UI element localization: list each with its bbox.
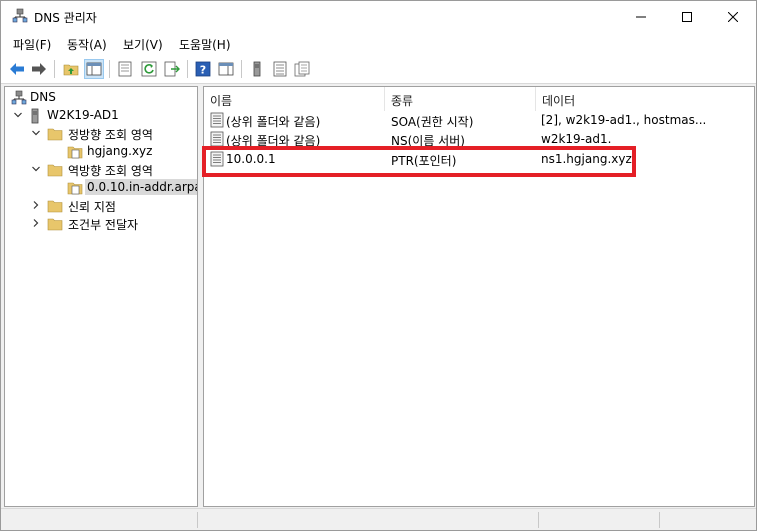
row-data: ns1.hgjang.xyz. xyxy=(541,152,636,166)
refresh-icon xyxy=(141,61,157,77)
forward-button[interactable] xyxy=(29,59,49,79)
chevron-right-icon[interactable] xyxy=(31,217,41,227)
row-type: PTR(포인터) xyxy=(391,154,457,168)
status-bar xyxy=(1,508,756,530)
row-type: NS(이름 서버) xyxy=(391,134,465,148)
maximize-icon xyxy=(682,11,692,22)
dns-manager-window: DNS 관리자 파일(F) 동작(A) 보기(V) 도움말(H) ? DNS W… xyxy=(0,0,757,531)
properties-icon xyxy=(118,61,132,77)
toolbar-separator xyxy=(187,60,188,78)
tree-node-forwarders[interactable]: 조건부 전달자 xyxy=(5,215,195,233)
help-icon: ? xyxy=(195,61,211,77)
toolbar: ? xyxy=(1,54,756,84)
tree-label-reverse-zone: 역방향 조회 영역 xyxy=(68,164,153,178)
zone-file-icon xyxy=(67,144,83,160)
detail-view-button[interactable] xyxy=(292,59,312,79)
tree-node-hgjang-zone[interactable]: hgjang.xyz xyxy=(5,143,195,161)
chevron-down-icon[interactable] xyxy=(31,127,41,137)
tree-label-reverse-arpa: 0.0.10.in-addr.arpa xyxy=(85,179,197,195)
close-button[interactable] xyxy=(710,1,756,32)
tree-label-forward-zone: 정방향 조회 영역 xyxy=(68,128,153,142)
forward-arrow-icon xyxy=(32,63,46,75)
help-button[interactable]: ? xyxy=(193,59,213,79)
menu-file[interactable]: 파일(F) xyxy=(13,36,51,53)
refresh-button[interactable] xyxy=(139,59,159,79)
menu-view[interactable]: 보기(V) xyxy=(123,36,163,53)
title-bar: DNS 관리자 xyxy=(1,1,756,32)
show-pane-icon xyxy=(218,62,234,76)
tree-node-forward-zone[interactable]: 정방향 조회 영역 xyxy=(5,125,195,143)
folder-icon xyxy=(47,216,63,232)
tree-node-trust-points[interactable]: 신뢰 지점 xyxy=(5,197,195,215)
folder-icon xyxy=(47,126,63,142)
record-icon xyxy=(209,112,225,128)
export-list-button[interactable] xyxy=(162,59,182,79)
table-row[interactable]: (상위 폴더와 같음) NS(이름 서버) w2k19-ad1. xyxy=(204,130,754,149)
window-title: DNS 관리자 xyxy=(34,11,97,25)
export-list-icon xyxy=(164,61,180,77)
tree-label-hgjang: hgjang.xyz xyxy=(87,144,153,158)
record-icon xyxy=(209,151,225,167)
show-hide-tree-button[interactable] xyxy=(84,59,104,79)
table-row[interactable]: (상위 폴더와 같음) SOA(권한 시작) [2], w2k19-ad1., … xyxy=(204,111,754,130)
tree-label-server: W2K19-AD1 xyxy=(47,108,119,122)
detail-view-icon xyxy=(294,61,310,77)
toolbar-separator xyxy=(241,60,242,78)
chevron-down-icon[interactable] xyxy=(31,163,41,173)
tree-node-server[interactable]: W2K19-AD1 xyxy=(5,107,195,125)
tree-label-trust-points: 신뢰 지점 xyxy=(68,200,116,214)
dns-manager-icon xyxy=(12,8,28,24)
tree-label-dns: DNS xyxy=(30,90,56,104)
record-list[interactable]: 이름 종류 데이터 (상위 폴더와 같음) SOA(권한 시작) [2], w2… xyxy=(203,86,755,507)
show-action-pane-button[interactable] xyxy=(216,59,236,79)
column-header-name[interactable]: 이름 xyxy=(204,87,385,111)
row-name: (상위 폴더와 같음) xyxy=(226,115,321,129)
tree-label-forwarders: 조건부 전달자 xyxy=(68,218,139,232)
row-name: 10.0.0.1 xyxy=(226,152,276,166)
status-segment xyxy=(659,512,660,528)
menu-help[interactable]: 도움말(H) xyxy=(179,36,231,53)
folder-icon xyxy=(47,198,63,214)
show-hide-tree-icon xyxy=(86,62,102,76)
list-view-button[interactable] xyxy=(270,59,290,79)
server-button[interactable] xyxy=(247,59,267,79)
properties-button[interactable] xyxy=(115,59,135,79)
chevron-right-icon[interactable] xyxy=(31,199,41,209)
chevron-down-icon[interactable] xyxy=(13,109,23,119)
close-icon xyxy=(728,11,738,22)
svg-text:?: ? xyxy=(200,64,206,77)
server-icon xyxy=(253,61,261,77)
record-icon xyxy=(209,131,225,147)
status-segment xyxy=(197,512,198,528)
toolbar-separator xyxy=(54,60,55,78)
server-icon xyxy=(27,108,43,124)
tree-node-reverse-zone[interactable]: 역방향 조회 영역 xyxy=(5,161,195,179)
up-level-button[interactable] xyxy=(61,59,81,79)
folder-icon xyxy=(47,162,63,178)
row-data: [2], w2k19-ad1., hostmas... xyxy=(541,113,707,127)
table-row[interactable]: 10.0.0.1 PTR(포인터) ns1.hgjang.xyz. xyxy=(204,150,754,169)
minimize-icon xyxy=(636,16,646,17)
menu-action[interactable]: 동작(A) xyxy=(67,36,107,53)
minimize-button[interactable] xyxy=(618,1,664,32)
row-type: SOA(권한 시작) xyxy=(391,115,474,129)
status-segment xyxy=(538,512,539,528)
console-tree[interactable]: DNS W2K19-AD1 정방향 조회 영역 hgjang.xyz 역방향 조… xyxy=(4,86,198,507)
maximize-button[interactable] xyxy=(664,1,710,32)
list-view-icon xyxy=(273,61,287,77)
up-folder-icon xyxy=(63,64,79,76)
toolbar-separator xyxy=(109,60,110,78)
tree-node-reverse-arpa[interactable]: 0.0.10.in-addr.arpa xyxy=(5,179,197,197)
dns-root-icon xyxy=(11,90,27,106)
zone-file-icon xyxy=(67,180,83,196)
tree-node-dns[interactable]: DNS xyxy=(5,89,195,107)
row-data: w2k19-ad1. xyxy=(541,132,612,146)
back-arrow-icon xyxy=(10,63,24,75)
column-header-type[interactable]: 종류 xyxy=(385,87,536,111)
row-name: (상위 폴더와 같음) xyxy=(226,134,321,148)
back-button[interactable] xyxy=(7,59,27,79)
menu-bar: 파일(F) 동작(A) 보기(V) 도움말(H) xyxy=(1,32,756,54)
column-header-data[interactable]: 데이터 xyxy=(536,87,754,111)
